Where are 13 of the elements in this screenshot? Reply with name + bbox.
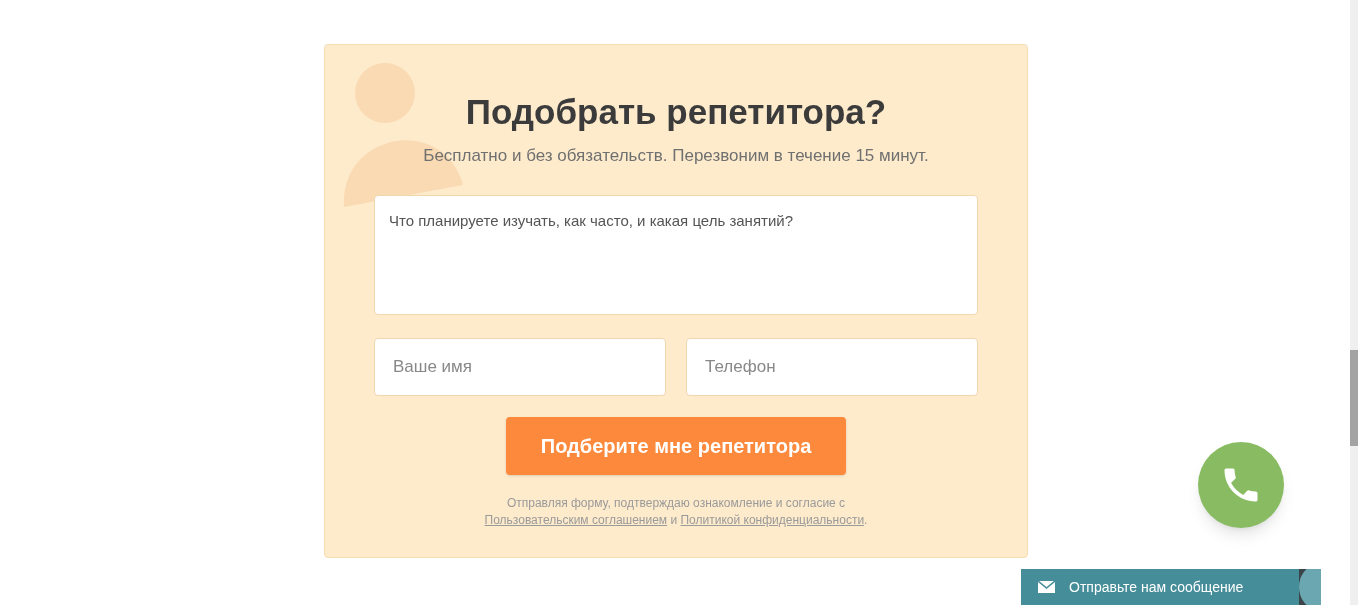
name-field[interactable]: Ваше имя (374, 337, 666, 396)
submit-button[interactable]: Подберите мне репетитора (506, 416, 846, 475)
form-title: Подобрать репетитора? (465, 91, 887, 133)
chat-bar[interactable]: Отправьте нам сообщение (1021, 569, 1297, 605)
corner-decoration (1297, 569, 1321, 605)
envelope-icon (1038, 581, 1055, 593)
chat-label: Отправьте нам сообщение (1069, 577, 1244, 597)
phone-field[interactable]: Телефон (686, 337, 978, 396)
scrollbar-thumb[interactable] (1350, 350, 1358, 446)
consent-text: Отправляя форму, подтверждаю ознакомление и согласие с Пользовательским соглашением и Политикой конфиденциальности. (483, 494, 869, 529)
form-subtitle: Бесплатно и без обязательств. Перезвоним в течение 15 минут. (423, 145, 929, 167)
consent-link[interactable]: Пользовательским соглашением (484, 512, 668, 527)
goals-field[interactable]: Что планируете изучать, как часто, и какая цель занятий? (374, 194, 978, 315)
